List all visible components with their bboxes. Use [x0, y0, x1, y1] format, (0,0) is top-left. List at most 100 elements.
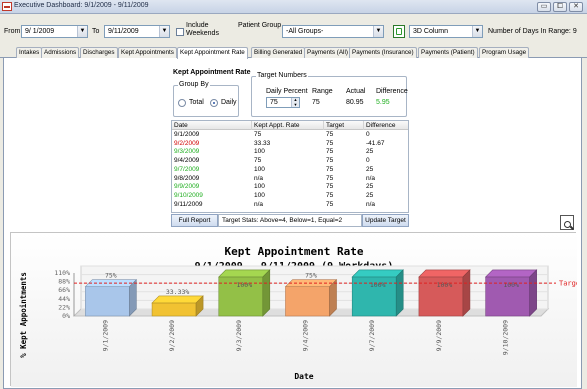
- difference-cell: 25: [366, 165, 374, 173]
- close-button[interactable]: ✕: [569, 2, 583, 12]
- tab-kept-appointments[interactable]: Kept Appointments: [118, 47, 177, 58]
- table-row[interactable]: 9/8/2009 n/a 75 n/a: [172, 175, 408, 182]
- target-cell: 75: [326, 131, 334, 138]
- patient-group-select[interactable]: -All Groups- ▼: [282, 25, 384, 38]
- spinner-icon[interactable]: ▲ ▼: [291, 98, 299, 107]
- actual-value: 80.95: [346, 99, 364, 106]
- date-cell: 9/7/2009: [174, 165, 200, 173]
- column-header-date[interactable]: Date: [172, 121, 252, 130]
- tab-kept-appointment-rate[interactable]: Kept Appointment Rate: [177, 47, 248, 59]
- bar-side: [395, 269, 404, 317]
- y-tick-label: 110%: [54, 269, 70, 277]
- tab-payments-insurance[interactable]: Payments (Insurance): [349, 47, 417, 58]
- days-in-range-label: Number of Days In Range: 9: [488, 28, 577, 35]
- data-label: 100%: [437, 281, 453, 289]
- column-header-target[interactable]: Target: [324, 121, 364, 130]
- table-row[interactable]: 9/7/2009 100 75 25: [172, 166, 408, 173]
- from-label: From: [4, 28, 21, 35]
- tab-discharges[interactable]: Discharges: [80, 47, 118, 58]
- difference-cell: n/a: [366, 200, 376, 208]
- include-weekends-checkbox[interactable]: [176, 28, 184, 36]
- table-row[interactable]: 9/11/2009 n/a 75 n/a: [172, 201, 408, 208]
- bar-side: [462, 269, 471, 317]
- difference-cell: 25: [366, 191, 374, 199]
- date-cell: 9/8/2009: [174, 174, 200, 182]
- table-row[interactable]: 9/4/2009 75 75 0: [172, 157, 408, 164]
- table-row[interactable]: 9/10/2009 100 75 25: [172, 192, 408, 199]
- tab-payments-patient[interactable]: Payments (Patient): [418, 47, 478, 58]
- tab-intakes[interactable]: Intakes: [16, 47, 43, 58]
- from-date-picker[interactable]: 9/ 1/2009 ▼: [21, 25, 88, 38]
- x-tick-label: 9/7/2009: [368, 320, 376, 351]
- refresh-icon[interactable]: [393, 25, 405, 38]
- column-header-rate[interactable]: Kept Appt. Rate: [252, 121, 324, 130]
- table-header: Date Kept Appt. Rate Target Difference: [172, 121, 408, 130]
- tab-billing-generated[interactable]: Billing Generated: [251, 47, 306, 58]
- to-label: To: [92, 28, 100, 35]
- chevron-down-icon[interactable]: ▼: [77, 26, 87, 37]
- full-report-button[interactable]: Full Report: [171, 214, 218, 227]
- x-tick-label: 9/1/2009: [101, 320, 109, 351]
- print-preview-icon[interactable]: [560, 215, 574, 230]
- tab-strip: Intakes Admissions Discharges Kept Appoi…: [0, 47, 587, 59]
- column-header-difference[interactable]: Difference: [364, 121, 408, 130]
- from-date-value: 9/ 1/2009: [25, 28, 55, 35]
- daily-radio-label: Daily: [221, 99, 237, 106]
- date-cell: 9/9/2009: [174, 183, 200, 191]
- total-radio[interactable]: [178, 99, 186, 107]
- table-row[interactable]: 9/9/2009 100 75 25: [172, 183, 408, 190]
- target-label: Target: [559, 280, 577, 288]
- daily-percent-label: Daily Percent: [266, 88, 308, 95]
- y-tick-label: 22%: [58, 303, 70, 311]
- target-cell: 75: [326, 200, 334, 208]
- difference-cell: 0: [366, 131, 370, 138]
- difference-label: Difference: [376, 88, 408, 95]
- rate-cell: 100: [254, 191, 265, 199]
- chevron-down-icon[interactable]: ▼: [159, 26, 169, 37]
- target-cell: 75: [326, 148, 334, 156]
- kept-appointment-panel: Kept Appointment Rate Group By Total Dai…: [171, 68, 409, 228]
- y-axis-label: % Kept Appointments: [19, 272, 28, 358]
- target-cell: 75: [326, 157, 334, 165]
- table-row[interactable]: 9/2/2009 33.33 75 -41.67: [172, 140, 408, 147]
- minimize-button[interactable]: ▭: [537, 2, 551, 12]
- difference-cell: 0: [366, 157, 370, 165]
- data-label: 33.33%: [166, 288, 190, 296]
- kept-appointment-rate-chart: Kept Appointment Rate 9/1/2009 - 9/11/20…: [11, 233, 584, 387]
- daily-radio[interactable]: [210, 99, 218, 107]
- chart-type-select[interactable]: 3D Column ▼: [409, 25, 483, 38]
- range-label: Range: [312, 88, 333, 95]
- y-tick-label: 0%: [62, 312, 70, 320]
- bar[interactable]: [85, 286, 130, 317]
- bar-top: [418, 269, 471, 278]
- window-title: Executive Dashboard: 9/1/2009 - 9/11/200…: [14, 2, 149, 9]
- to-date-value: 9/11/2009: [108, 28, 139, 35]
- rate-cell: n/a: [254, 174, 264, 182]
- data-label: 75%: [305, 272, 317, 280]
- rate-table[interactable]: Date Kept Appt. Rate Target Difference 9…: [171, 120, 409, 213]
- bar[interactable]: [285, 286, 330, 317]
- chart-area: Kept Appointment Rate 9/1/2009 - 9/11/20…: [10, 232, 584, 387]
- bar[interactable]: [151, 302, 197, 317]
- chevron-down-icon[interactable]: ▼: [472, 26, 482, 37]
- chevron-down-icon[interactable]: ▼: [373, 26, 383, 37]
- bar-top: [218, 269, 271, 278]
- to-date-picker[interactable]: 9/11/2009 ▼: [104, 25, 170, 38]
- date-cell: 9/10/2009: [174, 191, 203, 199]
- tab-program-usage[interactable]: Program Usage: [479, 47, 530, 58]
- bar-side: [529, 269, 537, 317]
- x-tick-label: 9/3/2009: [235, 320, 243, 351]
- daily-percent-input[interactable]: 75 ▲ ▼: [266, 97, 300, 108]
- difference-cell: 25: [366, 183, 374, 191]
- group-by-box: Group By Total Daily: [173, 81, 239, 117]
- y-tick-label: 88%: [58, 278, 70, 286]
- update-target-button[interactable]: Update Target: [362, 214, 409, 227]
- tab-payments-all[interactable]: Payments (All): [304, 47, 351, 58]
- group-by-label: Group By: [178, 81, 210, 88]
- table-row[interactable]: 9/3/2009 100 75 25: [172, 148, 408, 155]
- bar-top: [151, 295, 204, 304]
- maximize-button[interactable]: ⧠: [553, 2, 567, 12]
- tab-admissions[interactable]: Admissions: [41, 47, 80, 58]
- target-cell: 75: [326, 174, 334, 182]
- table-row[interactable]: 9/1/2009 75 75 0: [172, 131, 408, 138]
